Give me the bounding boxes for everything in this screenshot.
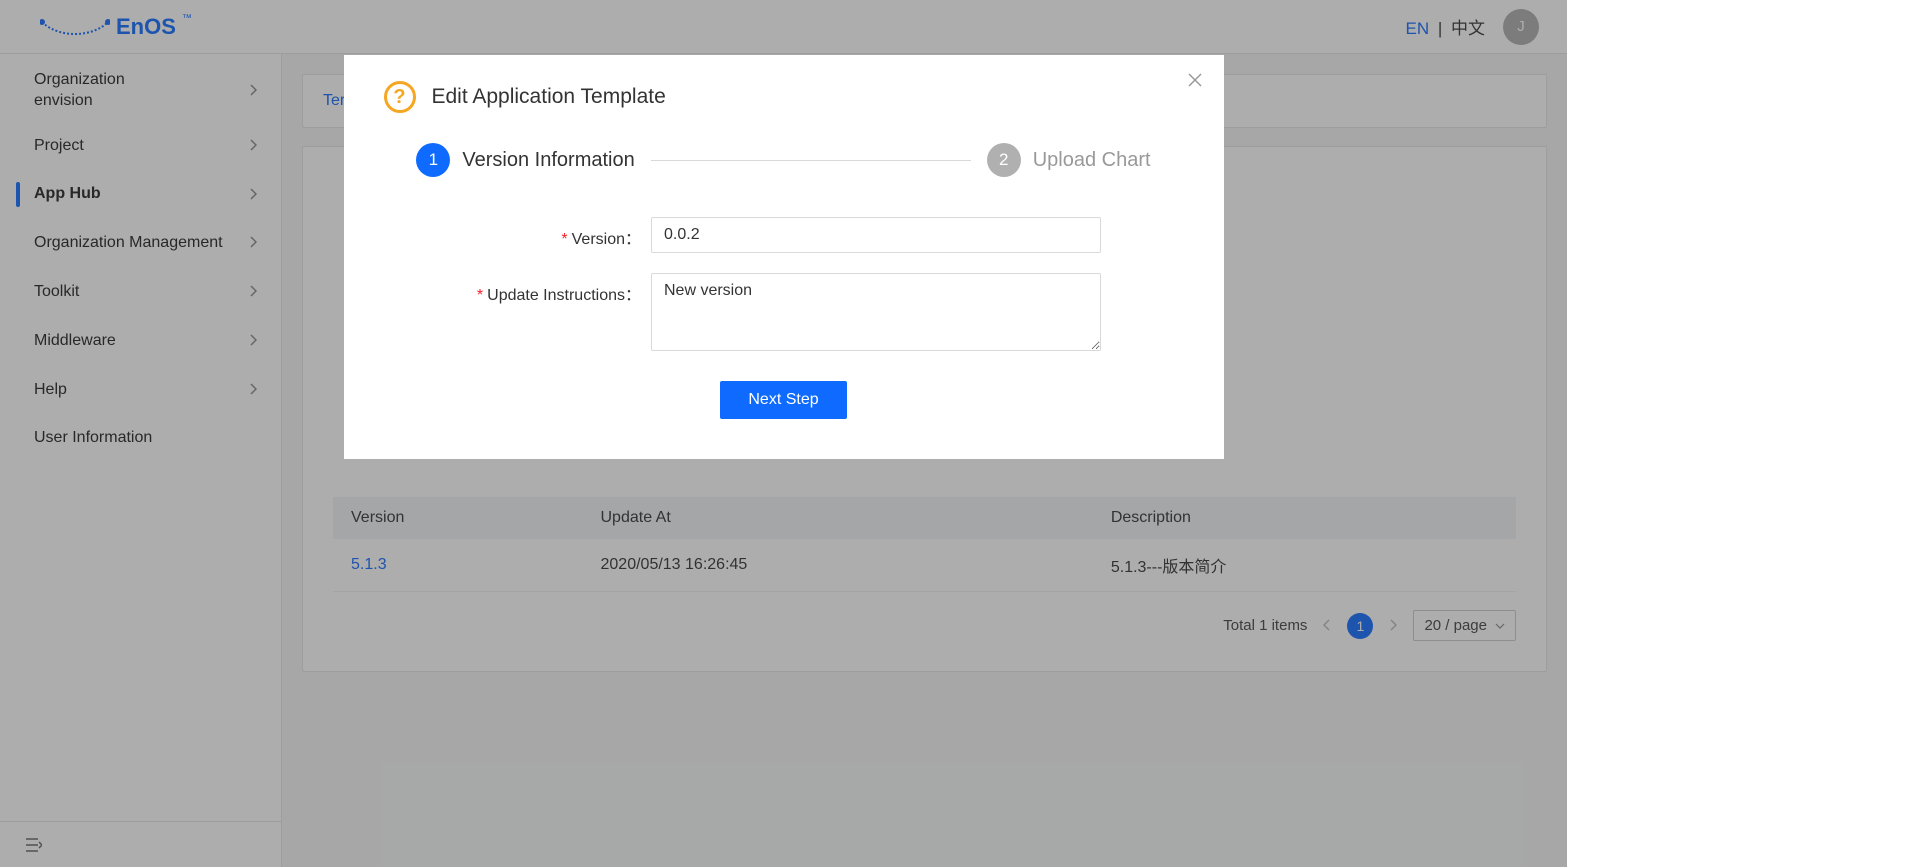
step-2-label: Upload Chart xyxy=(1033,149,1151,172)
step-1-number: 1 xyxy=(416,143,450,177)
step-1: 1 Version Information xyxy=(416,143,634,177)
edit-template-modal: ? Edit Application Template 1 Version In… xyxy=(344,55,1224,459)
steps: 1 Version Information 2 Upload Chart xyxy=(384,143,1184,177)
step-1-label: Version Information xyxy=(462,149,634,172)
modal-form: *Version： *Update Instructions： Next Ste… xyxy=(384,217,1184,419)
modal-overlay[interactable]: ? Edit Application Template 1 Version In… xyxy=(0,0,1567,867)
version-input[interactable] xyxy=(651,217,1101,253)
step-2-number: 2 xyxy=(987,143,1021,177)
help-icon: ? xyxy=(384,81,416,113)
step-2: 2 Upload Chart xyxy=(987,143,1151,177)
instructions-label: *Update Instructions： xyxy=(466,273,641,305)
modal-close-button[interactable] xyxy=(1184,69,1206,91)
step-connector xyxy=(651,160,971,161)
close-icon xyxy=(1187,72,1203,88)
version-label: *Version： xyxy=(466,217,641,249)
instructions-textarea[interactable] xyxy=(651,273,1101,351)
next-step-button[interactable]: Next Step xyxy=(720,381,846,419)
modal-title: Edit Application Template xyxy=(432,85,666,109)
